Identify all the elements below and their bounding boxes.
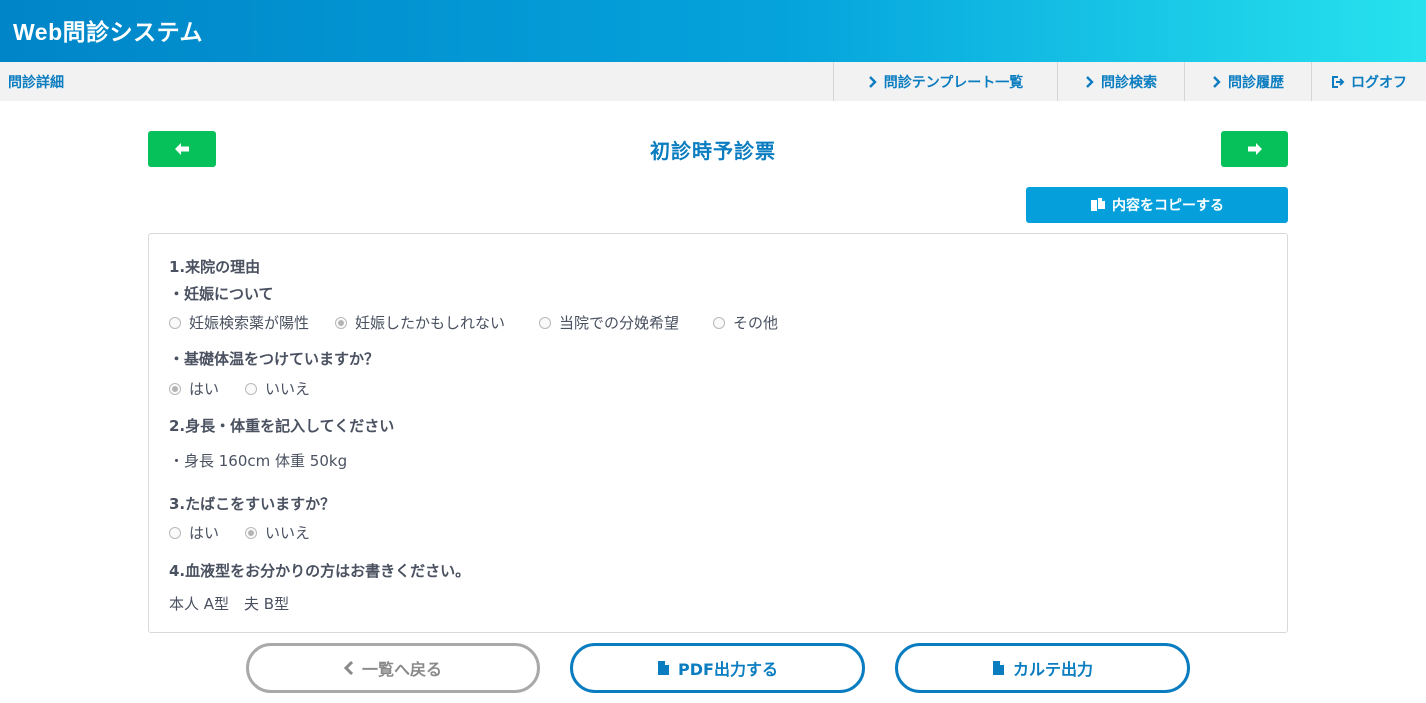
questionnaire-panel: 1.来院の理由 ・妊娠について 妊娠検索薬が陽性 妊娠したかもしれない 当院での… (148, 233, 1288, 633)
radio-label: 妊娠検索薬が陽性 (189, 314, 310, 332)
nav-template-list-label: 問診テンプレート一覧 (883, 74, 1024, 91)
nav-search[interactable]: 問診検索 (1057, 62, 1184, 101)
karte-export-button[interactable]: カルテ出力 (895, 643, 1190, 693)
file-icon (992, 661, 1004, 675)
question-4-title: 4.血液型をお分かりの方はお書きください。 (169, 562, 471, 580)
back-to-list-label: 一覧へ戻る (361, 660, 442, 679)
arrow-right-icon (1247, 143, 1262, 155)
radio-button[interactable] (539, 316, 552, 329)
question-2-title: 2.身長・体重を記入してください (169, 417, 395, 435)
question-4-answer: 本人 A型 夫 B型 (169, 595, 290, 613)
smoking-radio-group: はい いいえ (169, 522, 336, 543)
radio-option[interactable]: はい (169, 522, 219, 543)
radio-button[interactable] (169, 526, 181, 539)
pregnancy-radio-group: 妊娠検索薬が陽性 妊娠したかもしれない 当院での分娩希望 その他 (169, 312, 804, 333)
logout-icon (1332, 75, 1345, 88)
question-1-sub-pregnancy: ・妊娠について (169, 285, 274, 303)
question-2-answer: ・身長 160cm 体重 50kg (169, 452, 348, 470)
radio-option[interactable]: いいえ (245, 522, 310, 543)
karte-export-label: カルテ出力 (1012, 660, 1093, 679)
radio-button[interactable] (713, 316, 726, 329)
nav-logoff[interactable]: ログオフ (1311, 62, 1426, 101)
copy-icon (1091, 198, 1105, 211)
basal-temp-radio-group: はい いいえ (169, 378, 336, 399)
next-button[interactable] (1221, 131, 1288, 167)
copy-content-label: 内容をコピーする (1112, 198, 1224, 214)
pdf-export-button[interactable]: PDF出力する (570, 643, 865, 693)
radio-label: いいえ (265, 380, 311, 398)
page-label: 問診詳細 (8, 75, 64, 91)
nav-template-list[interactable]: 問診テンプレート一覧 (833, 62, 1057, 101)
radio-option[interactable]: はい (169, 378, 219, 399)
question-3-title: 3.たばこをすいますか？ (169, 495, 336, 513)
radio-option[interactable]: 妊娠検索薬が陽性 (169, 312, 309, 333)
radio-label: その他 (733, 314, 779, 332)
radio-option[interactable]: 妊娠したかもしれない (335, 312, 505, 333)
pdf-export-label: PDF出力する (678, 660, 778, 679)
question-1-sub-basal-temp: ・基礎体温をつけていますか？ (169, 350, 380, 368)
radio-button-selected[interactable] (335, 316, 348, 329)
nav-search-label: 問診検索 (1101, 74, 1157, 91)
radio-label: 当院での分娩希望 (559, 314, 680, 332)
radio-option[interactable]: いいえ (245, 378, 310, 399)
chevron-right-icon (868, 75, 877, 88)
chevron-right-icon (1213, 75, 1221, 88)
app-title: Web問診システム (13, 19, 203, 45)
nav-history[interactable]: 問診履歴 (1184, 62, 1311, 101)
radio-label: はい (189, 380, 220, 398)
nav-logoff-label: ログオフ (1351, 74, 1407, 91)
radio-button[interactable] (245, 382, 258, 395)
nav-menu: 問診テンプレート一覧 問診検索 問診履歴 ログオフ (833, 62, 1426, 101)
chevron-right-icon (1086, 75, 1094, 88)
radio-button-selected[interactable] (169, 382, 181, 395)
radio-button[interactable] (169, 316, 181, 329)
file-icon (658, 661, 670, 675)
radio-label: はい (189, 524, 220, 542)
radio-button-selected[interactable] (245, 526, 258, 539)
radio-option[interactable]: 当院での分娩希望 (539, 312, 679, 333)
radio-label: 妊娠したかもしれない (355, 314, 506, 332)
chevron-left-icon (343, 661, 354, 675)
back-to-list-button[interactable]: 一覧へ戻る (246, 643, 540, 693)
radio-label: いいえ (265, 524, 311, 542)
copy-content-button[interactable]: 内容をコピーする (1026, 187, 1288, 223)
app-header: Web問診システム (0, 0, 1426, 62)
nav-history-label: 問診履歴 (1228, 74, 1284, 91)
radio-option[interactable]: その他 (713, 312, 778, 333)
question-1-title: 1.来院の理由 (169, 258, 261, 276)
form-title: 初診時予診票 (650, 139, 776, 163)
sub-navigation: 問診詳細 問診テンプレート一覧 問診検索 問診履歴 ログオフ (0, 62, 1426, 101)
